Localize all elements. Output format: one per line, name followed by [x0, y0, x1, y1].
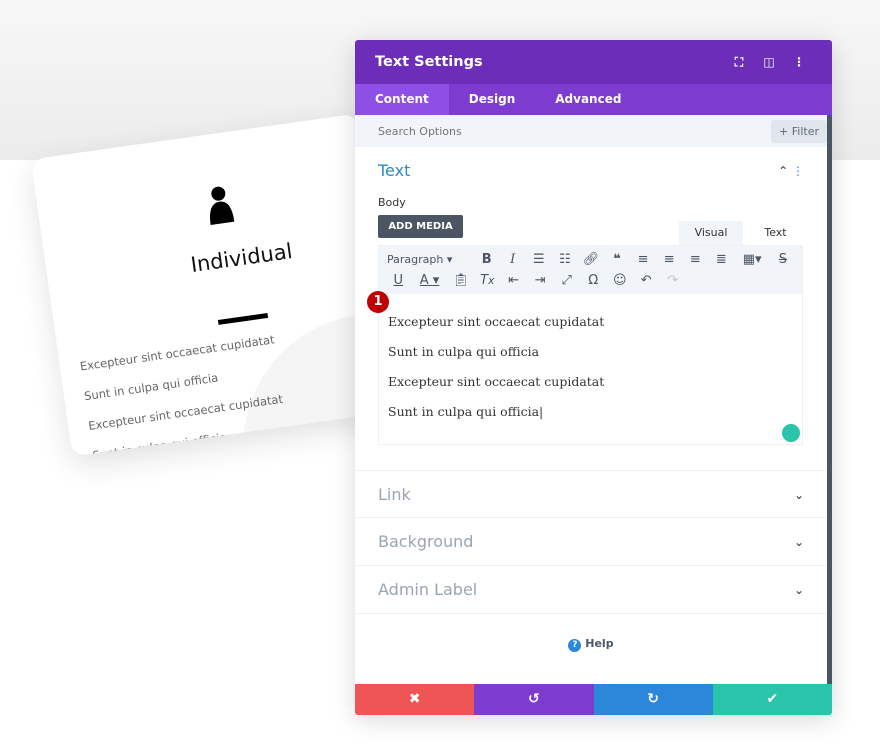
tab-advanced[interactable]: Advanced — [535, 84, 641, 115]
tab-bar: Content Design Advanced — [355, 84, 832, 115]
editor-line: Excepteur sint occaecat cupidatat — [388, 374, 605, 389]
redo-icon[interactable]: ↷ — [660, 273, 687, 288]
emoji-icon[interactable]: ☺ — [607, 273, 634, 288]
divider — [355, 517, 827, 518]
section-text-title[interactable]: Text — [378, 161, 410, 180]
card-line: Sunt in culpa qui officia — [83, 370, 220, 404]
chevron-up-icon[interactable]: ⌃ ⋮ — [778, 164, 804, 178]
divider — [355, 565, 827, 566]
split-view-icon[interactable]: ◫ — [756, 55, 782, 69]
preview-card: Individual Excepteur sint occaecat cupid… — [30, 113, 400, 457]
action-bar: ✖ ↺ ↻ ✔ — [355, 684, 832, 715]
add-media-button[interactable]: ADD MEDIA — [378, 215, 463, 238]
chevron-down-icon[interactable]: ⌄ — [794, 488, 804, 502]
help-icon: ? — [568, 639, 582, 652]
numbered-list-icon[interactable]: ☷ — [552, 252, 578, 267]
search-bar: + Filter — [355, 115, 832, 147]
editor-line: Excepteur sint occaecat cupidatat — [388, 314, 605, 329]
section-admin-label[interactable]: Admin Label — [378, 580, 477, 599]
section-menu-icon[interactable]: ⋮ — [792, 164, 804, 178]
divider — [355, 613, 827, 614]
indent-icon[interactable]: ⇥ — [527, 273, 554, 288]
card-title: Individual — [189, 239, 294, 278]
person-icon — [210, 186, 235, 226]
save-button[interactable]: ✔ — [712, 684, 832, 715]
help-link[interactable]: ? Help — [355, 637, 827, 652]
filter-button[interactable]: + Filter — [771, 119, 827, 143]
paste-text-icon[interactable]: 📋︎ — [448, 273, 475, 288]
omega-icon[interactable]: Ω — [580, 273, 607, 288]
redo-button[interactable]: ↻ — [593, 684, 713, 715]
cancel-button[interactable]: ✖ — [355, 684, 475, 715]
link-icon[interactable]: 🔗︎ — [578, 252, 604, 267]
more-options-icon[interactable]: ⋮ — [786, 55, 812, 69]
search-input[interactable] — [378, 124, 772, 138]
tab-text[interactable]: Text — [748, 221, 803, 245]
strikethrough-icon[interactable]: S — [770, 252, 796, 267]
rich-text-editor: Paragraph ▾ B I ☰ ☷ 🔗︎ ❝ ≡ ≡ ≡ ≣ ▦▾ S U … — [378, 245, 803, 445]
text-color-icon[interactable]: A ▾ — [412, 273, 448, 288]
settings-panel: Text Settings ⛶ ◫ ⋮ Content Design Advan… — [355, 40, 832, 715]
chevron-down-icon[interactable]: ⌄ — [794, 535, 804, 549]
table-icon[interactable]: ▦▾ — [734, 252, 769, 267]
panel-header: Text Settings ⛶ ◫ ⋮ — [355, 40, 832, 84]
tab-visual[interactable]: Visual — [679, 221, 743, 245]
card-line: Excepteur sint occaecat cupidatat — [79, 332, 276, 374]
editor-line: Sunt in culpa qui officia| — [388, 404, 544, 419]
chevron-down-icon[interactable]: ⌄ — [794, 583, 804, 597]
editor-line: Sunt in culpa qui officia — [388, 344, 540, 359]
blockquote-icon[interactable]: ❝ — [604, 252, 630, 267]
align-left-icon[interactable]: ≡ — [630, 252, 656, 267]
body-label: Body — [378, 196, 406, 209]
tab-content[interactable]: Content — [355, 84, 449, 115]
fullscreen-editor-icon[interactable]: ⤢ — [554, 273, 581, 288]
fullscreen-icon[interactable]: ⛶ — [726, 55, 752, 70]
format-select[interactable]: Paragraph ▾ — [385, 253, 474, 266]
card-line: Sunt in culpa qui officia — [91, 429, 228, 457]
scrollbar[interactable] — [827, 115, 832, 684]
italic-icon[interactable]: I — [500, 252, 526, 267]
divider-bar — [217, 312, 269, 325]
align-center-icon[interactable]: ≡ — [656, 252, 682, 267]
step-badge: 1 — [367, 291, 389, 313]
editor-toolbar: Paragraph ▾ B I ☰ ☷ 🔗︎ ❝ ≡ ≡ ≡ ≣ ▦▾ S U … — [379, 246, 802, 294]
justify-icon[interactable]: ≣ — [708, 252, 734, 267]
divider — [355, 470, 827, 471]
bullet-list-icon[interactable]: ☰ — [526, 252, 552, 267]
grammar-icon[interactable] — [782, 424, 800, 442]
undo-icon[interactable]: ↶ — [633, 273, 660, 288]
tab-design[interactable]: Design — [449, 84, 536, 115]
panel-title: Text Settings — [375, 54, 483, 70]
bold-icon[interactable]: B — [474, 252, 500, 267]
underline-icon[interactable]: U — [385, 273, 412, 288]
clear-format-icon[interactable]: Tx — [474, 273, 501, 288]
outdent-icon[interactable]: ⇤ — [501, 273, 528, 288]
align-right-icon[interactable]: ≡ — [682, 252, 708, 267]
section-link[interactable]: Link — [378, 485, 411, 504]
editor-content[interactable]: Excepteur sint occaecat cupidatat Sunt i… — [379, 294, 802, 419]
undo-button[interactable]: ↺ — [474, 684, 594, 715]
section-background[interactable]: Background — [378, 532, 473, 551]
